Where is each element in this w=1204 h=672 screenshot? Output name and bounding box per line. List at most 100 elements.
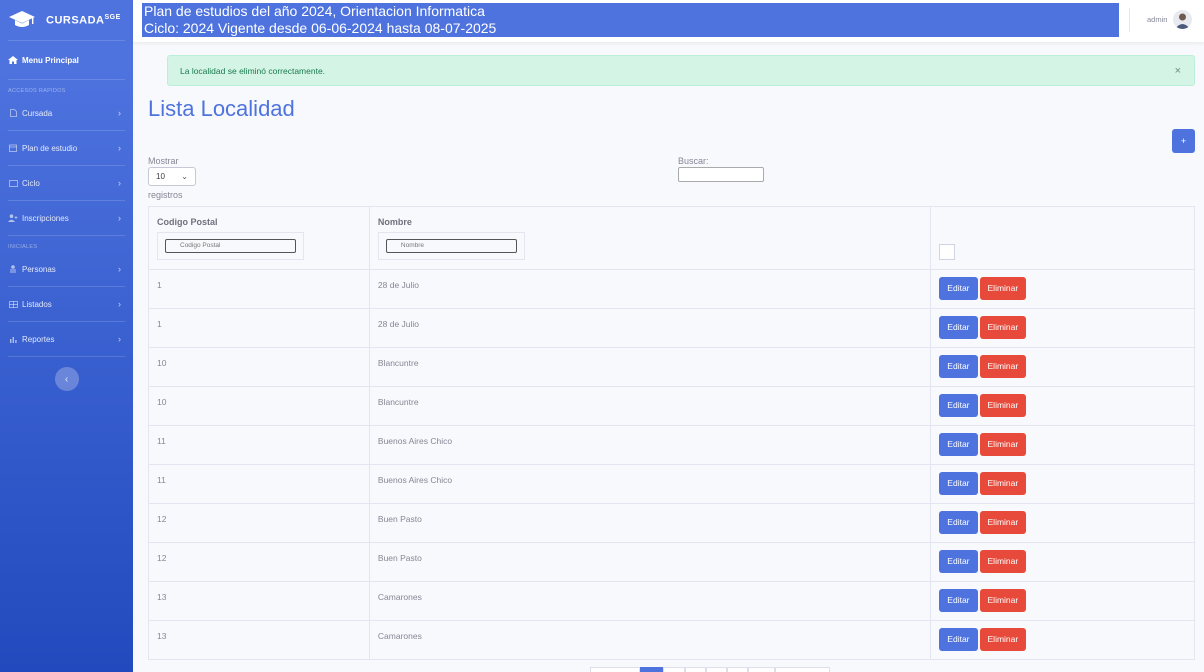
edit-button[interactable]: Editar <box>939 394 978 417</box>
pagination-page-active[interactable] <box>640 667 663 672</box>
delete-button[interactable]: Eliminar <box>979 589 1027 612</box>
cell-actions: Editar Eliminar <box>930 464 1195 504</box>
sidebar-item-label: Cursada <box>22 108 53 118</box>
sidebar-item-ciclo[interactable]: Ciclo › <box>0 166 133 200</box>
sidebar-item-personas[interactable]: Personas › <box>0 252 133 286</box>
calendar-icon <box>8 144 18 152</box>
delete-button[interactable]: Eliminar <box>979 511 1027 534</box>
select-all-checkbox[interactable] <box>939 244 956 260</box>
column-header-label: Codigo Postal <box>157 217 218 227</box>
cell-actions: Editar Eliminar <box>930 620 1195 660</box>
delete-button[interactable]: Eliminar <box>979 316 1027 339</box>
edit-button[interactable]: Editar <box>939 511 978 534</box>
delete-button[interactable]: Eliminar <box>979 355 1027 378</box>
user-avatar-icon <box>1175 13 1190 29</box>
edit-button[interactable]: Editar <box>939 628 978 651</box>
table-row: 13 Camarones Editar Eliminar <box>148 581 1195 621</box>
chevron-right-icon: › <box>118 334 121 344</box>
pagination-page[interactable] <box>748 667 775 672</box>
pagination-page[interactable] <box>706 667 727 672</box>
chevron-right-icon: › <box>118 178 121 188</box>
chevron-right-icon: › <box>118 264 121 274</box>
cell-codigo: 11 <box>148 464 370 504</box>
sidebar-heading: ACCESOS RAPIDOS <box>8 88 66 94</box>
sidebar-item-menu-principal[interactable]: Menu Principal <box>0 41 133 79</box>
filter-codigo-postal-input[interactable]: Codigo Postal <box>165 239 296 253</box>
edit-button[interactable]: Editar <box>939 433 978 456</box>
home-icon <box>8 56 18 64</box>
users-icon <box>8 265 18 273</box>
divider <box>8 356 125 357</box>
table-row: 12 Buen Pasto Editar Eliminar <box>148 542 1195 582</box>
edit-button[interactable]: Editar <box>939 277 978 300</box>
search-input[interactable] <box>678 167 764 182</box>
pagination-page[interactable] <box>727 667 748 672</box>
cell-actions: Editar Eliminar <box>930 347 1195 387</box>
sidebar-item-label: Menu Principal <box>22 55 79 65</box>
delete-button[interactable]: Eliminar <box>979 433 1027 456</box>
cell-codigo: 1 <box>148 308 370 348</box>
page-length-select[interactable]: 10 ⌄ <box>148 167 196 186</box>
cell-nombre: Buenos Aires Chico <box>368 425 932 465</box>
search-label: Buscar: <box>678 156 709 166</box>
id-card-icon <box>8 179 18 187</box>
avatar[interactable] <box>1173 10 1192 29</box>
delete-button[interactable]: Eliminar <box>979 472 1027 495</box>
filter-wrapper: Nombre <box>377 232 525 260</box>
table-row: 10 Blancuntre Editar Eliminar <box>148 386 1195 426</box>
edit-button[interactable]: Editar <box>939 316 978 339</box>
cell-nombre: Blancuntre <box>368 347 932 387</box>
delete-button[interactable]: Eliminar <box>979 277 1027 300</box>
delete-button[interactable]: Eliminar <box>979 628 1027 651</box>
chevron-right-icon: › <box>118 213 121 223</box>
page-length-value: 10 <box>156 172 165 181</box>
sidebar-item-listados[interactable]: Listados › <box>0 287 133 321</box>
delete-button[interactable]: Eliminar <box>979 394 1027 417</box>
topbar-divider <box>1129 8 1130 32</box>
sidebar-item-inscripciones[interactable]: Inscripciones › <box>0 201 133 235</box>
cell-actions: Editar Eliminar <box>930 269 1195 309</box>
cell-nombre: Buen Pasto <box>368 503 932 543</box>
chevron-left-icon: ‹ <box>64 373 69 385</box>
cell-codigo: 12 <box>148 503 370 543</box>
delete-button[interactable]: Eliminar <box>979 550 1027 573</box>
table-row: 12 Buen Pasto Editar Eliminar <box>148 503 1195 543</box>
table-header-row: Codigo Postal Codigo Postal Nombre Nombr… <box>148 206 1195 270</box>
user-plus-icon <box>8 214 18 222</box>
table-row: 11 Buenos Aires Chico Editar Eliminar <box>148 425 1195 465</box>
column-header-actions <box>930 206 1195 270</box>
pagination-next[interactable] <box>775 667 830 672</box>
alert-message: La localidad se eliminó correctamente. <box>180 66 326 76</box>
add-button[interactable]: + <box>1172 129 1195 153</box>
cell-actions: Editar Eliminar <box>930 425 1195 465</box>
sidebar-item-cursada[interactable]: Cursada › <box>0 96 133 130</box>
edit-button[interactable]: Editar <box>939 472 978 495</box>
edit-button[interactable]: Editar <box>939 355 978 378</box>
sidebar-item-plan-de-estudio[interactable]: Plan de estudio › <box>0 131 133 165</box>
column-header-nombre[interactable]: Nombre Nombre <box>368 206 932 270</box>
pagination-page[interactable] <box>663 667 685 672</box>
pagination-previous[interactable] <box>590 667 640 672</box>
topbar: Plan de estudios del año 2024, Orientaci… <box>133 0 1204 42</box>
page-title: Lista Localidad <box>148 96 295 121</box>
sidebar-item-reportes[interactable]: Reportes › <box>0 322 133 356</box>
brand[interactable]: CURSADASGE <box>0 0 133 40</box>
sidebar-toggle-button[interactable]: ‹ <box>54 367 79 391</box>
plan-line-2: Ciclo: 2024 Vigente desde 06-06-2024 has… <box>144 20 497 36</box>
cell-nombre: Camarones <box>368 581 932 621</box>
cell-codigo: 1 <box>148 269 370 309</box>
cell-nombre: Buen Pasto <box>368 542 932 582</box>
close-icon[interactable]: × <box>1175 56 1181 87</box>
sidebar-item-label: Reportes <box>22 334 55 344</box>
pagination-page[interactable] <box>685 667 706 672</box>
filter-nombre-input[interactable]: Nombre <box>385 239 517 253</box>
cell-nombre: 28 de Julio <box>368 308 932 348</box>
cell-nombre: Camarones <box>368 620 932 660</box>
edit-button[interactable]: Editar <box>939 550 978 573</box>
length-label: Mostrar <box>148 156 179 166</box>
column-header-codigo-postal[interactable]: Codigo Postal Codigo Postal <box>148 206 370 270</box>
sidebar-heading: INICIALES <box>8 244 38 250</box>
edit-button[interactable]: Editar <box>939 589 978 612</box>
user-name[interactable]: admin <box>1147 15 1167 24</box>
records-label: registros <box>148 190 183 200</box>
